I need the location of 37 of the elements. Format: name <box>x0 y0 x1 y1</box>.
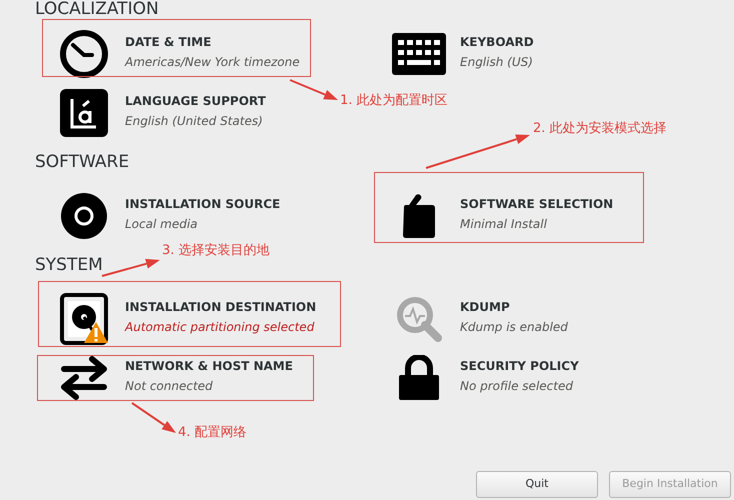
package-icon <box>401 193 437 239</box>
spoke-status: Local media <box>125 216 199 233</box>
spoke-title[interactable]: KDUMP <box>460 299 568 316</box>
spoke-title[interactable]: SECURITY POLICY <box>460 358 579 375</box>
spoke-title[interactable]: DATE & TIME <box>125 34 300 51</box>
annotation-label: 4. 配置网络 <box>178 425 247 441</box>
spoke-status: English (United States) <box>125 113 264 130</box>
spoke-title[interactable]: INSTALLATION SOURCE <box>125 196 280 213</box>
quit-button[interactable]: Quit <box>476 471 598 498</box>
spoke-status: English (US) <box>460 54 534 71</box>
clock-icon <box>59 29 109 79</box>
spoke-title[interactable]: KEYBOARD <box>460 34 534 51</box>
spoke-status: Americas/New York timezone <box>125 54 300 71</box>
spoke-title[interactable]: INSTALLATION DESTINATION <box>125 299 316 316</box>
annotation-arrow <box>102 258 160 277</box>
letter-icon <box>60 89 108 137</box>
spoke-status: Not connected <box>125 378 214 395</box>
spoke-status: No profile selected <box>460 378 574 395</box>
spoke-status: Automatic partitioning selected <box>125 319 316 336</box>
arrows-icon <box>58 355 110 401</box>
section-heading: SYSTEM <box>35 256 103 274</box>
keyboard-icon <box>392 33 446 75</box>
lock-icon <box>398 355 440 401</box>
annotation-arrow <box>131 402 176 433</box>
annotation-label: 1. 此处为配置时区 <box>340 93 448 109</box>
spoke-title[interactable]: NETWORK & HOST NAME <box>125 358 293 375</box>
disc-icon <box>60 192 108 240</box>
spoke-title[interactable]: SOFTWARE SELECTION <box>460 196 614 213</box>
section-heading: SOFTWARE <box>35 153 130 171</box>
spoke-title[interactable]: LANGUAGE SUPPORT <box>125 93 266 110</box>
annotation-label: 3. 选择安装目的地 <box>162 243 270 259</box>
spoke-status: Minimal Install <box>460 216 548 233</box>
spoke-status: Kdump is enabled <box>460 319 568 336</box>
annotation-arrow <box>290 79 338 100</box>
section-heading: LOCALIZATION <box>35 0 159 18</box>
magnifier-icon <box>396 296 442 342</box>
annotation-label: 2. 此处为安装模式选择 <box>533 121 667 137</box>
